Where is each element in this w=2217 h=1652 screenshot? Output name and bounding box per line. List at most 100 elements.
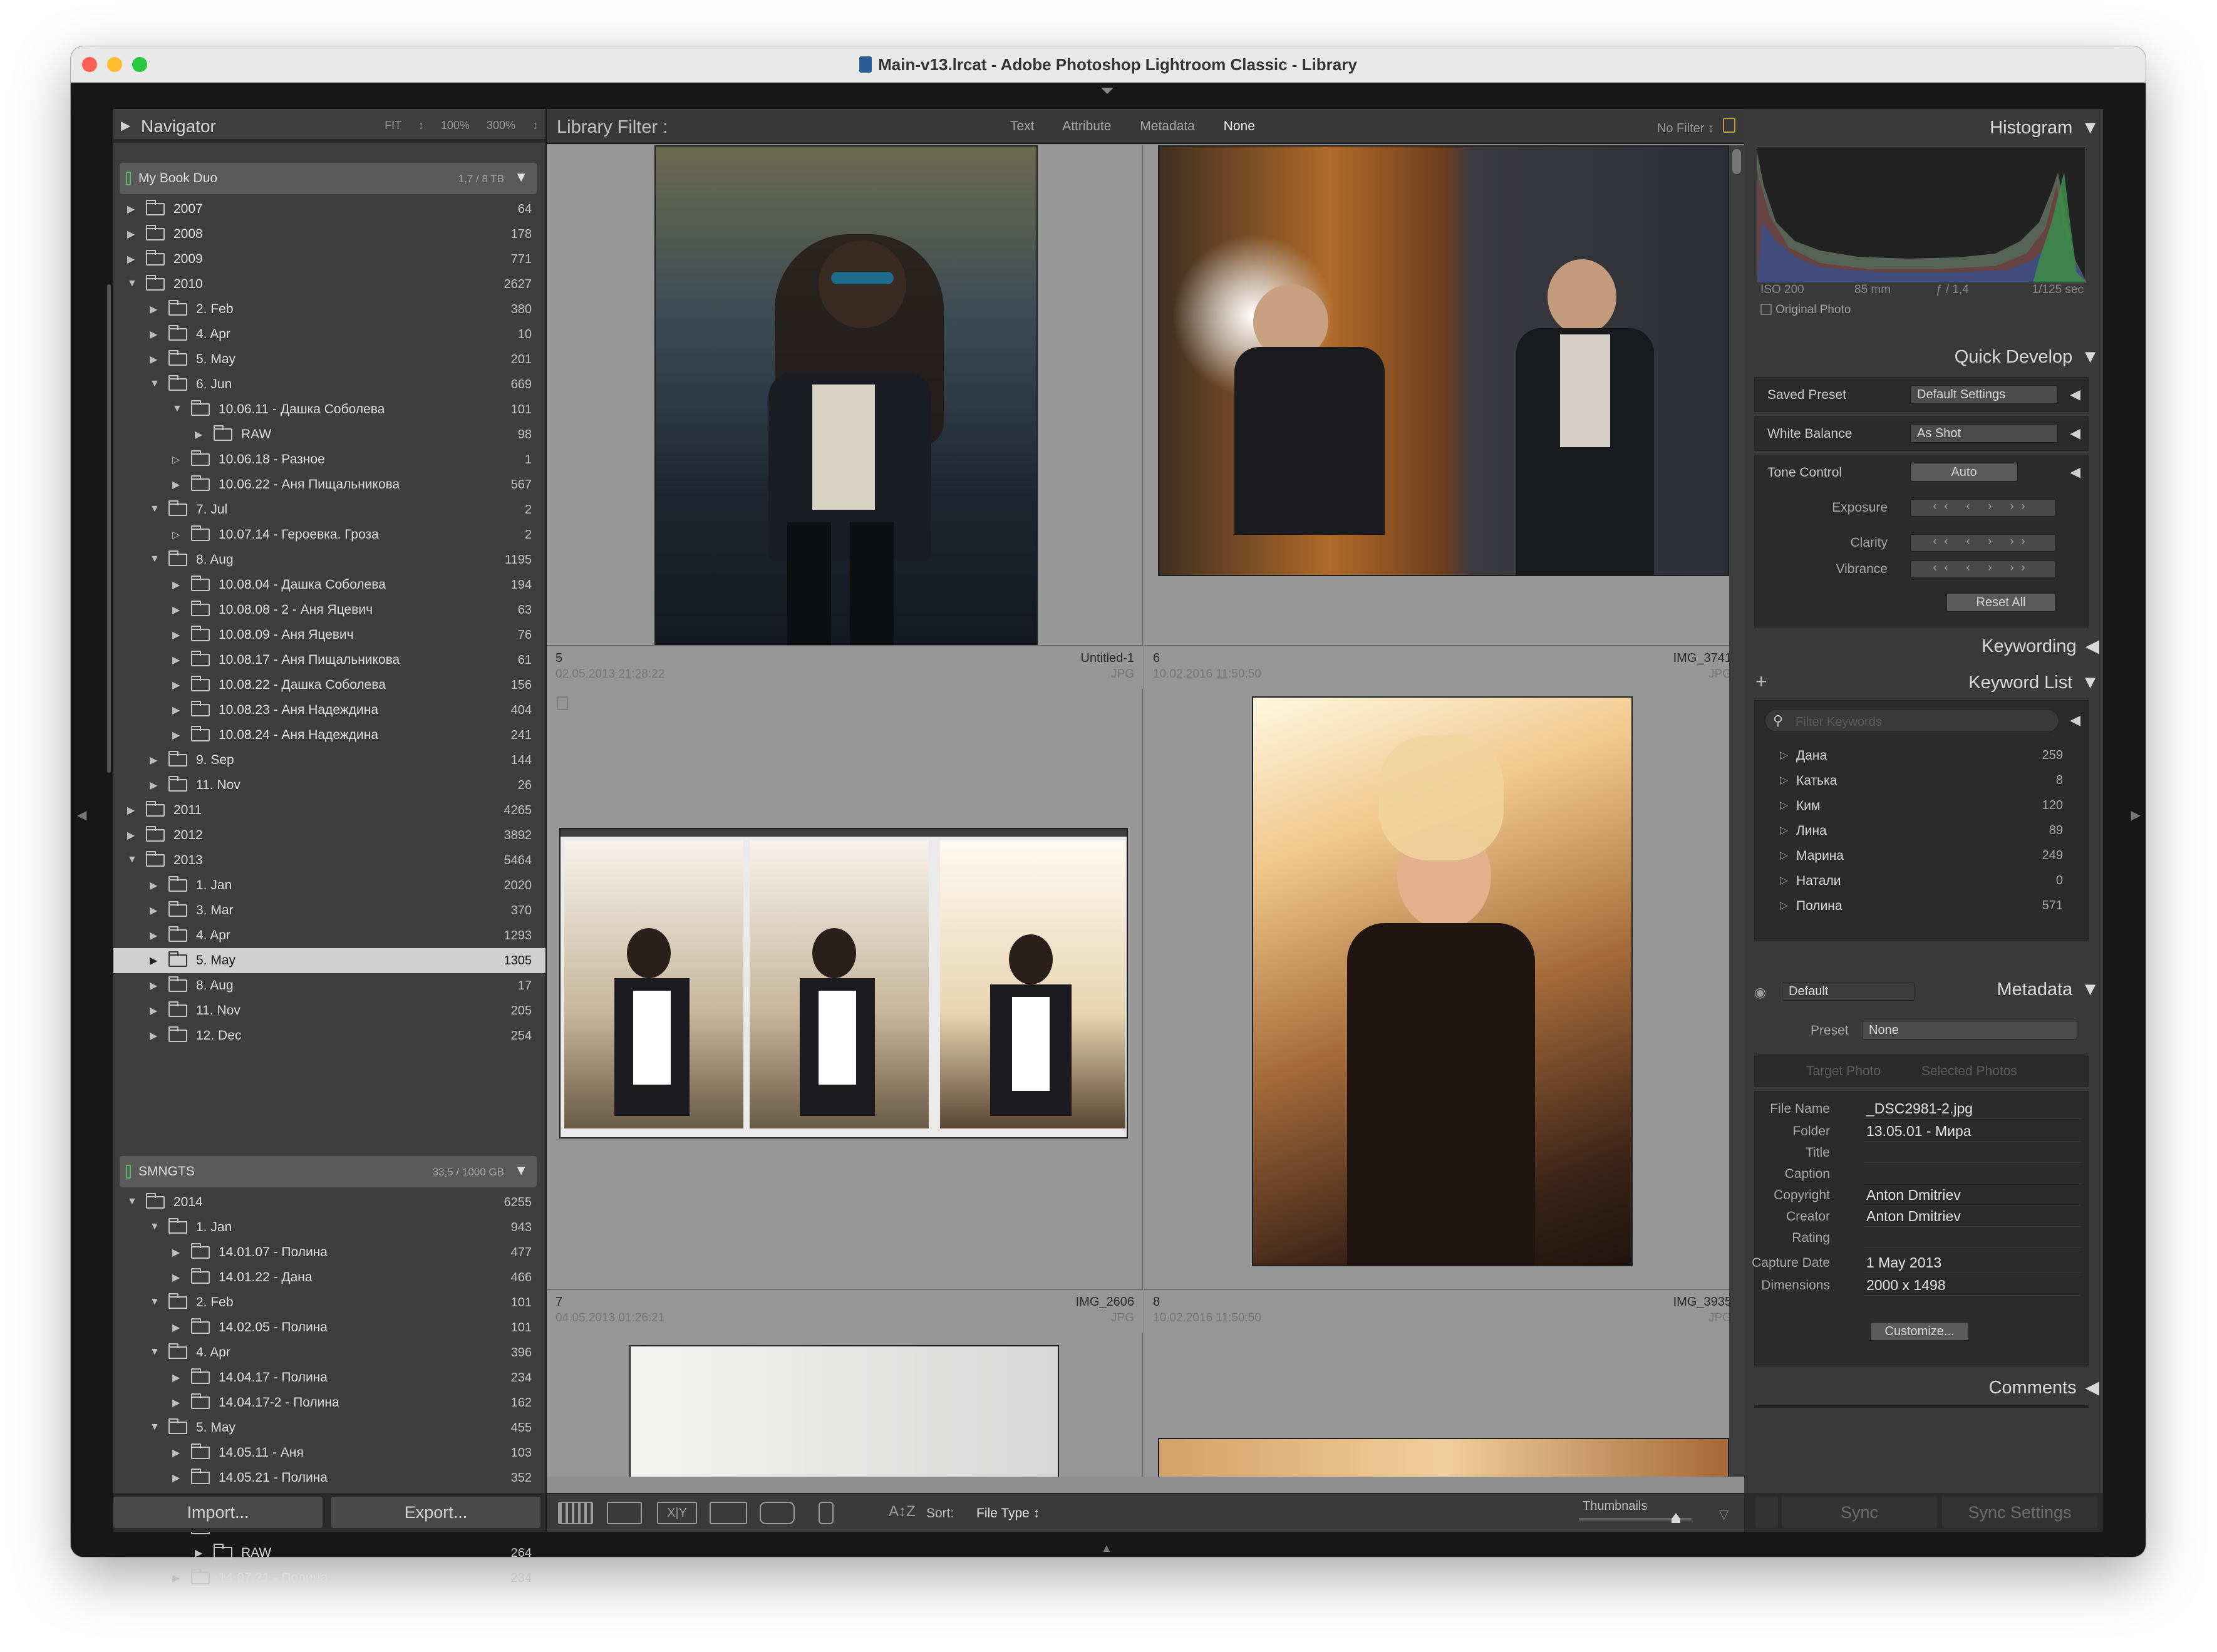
expand-arrow-icon[interactable]: ◀ [2070,425,2080,441]
filter-tab-none[interactable]: None [1224,119,1255,133]
disclosure-arrow-icon[interactable]: ▷ [172,529,180,541]
photo-thumbnail[interactable] [629,1345,1059,1477]
lock-icon[interactable] [1723,118,1735,133]
expand-icon[interactable]: ◀ [2085,636,2099,656]
keyword-filter-input[interactable]: ⚲ Filter Keywords [1765,710,2059,732]
sync-toggle-icon[interactable] [1755,1497,1778,1528]
keywording-header[interactable]: Keywording ◀ [1982,635,2099,657]
folder-row[interactable]: ▶ 9. Sep 144 [113,748,545,773]
disclosure-arrow-icon[interactable]: ▶ [150,929,157,942]
disclosure-arrow-icon[interactable]: ▶ [172,1447,180,1459]
folder-row[interactable]: ▶ 2009 771 [113,247,545,272]
folder-row[interactable]: ▼ 2014 6255 [113,1190,545,1215]
disclosure-arrow-icon[interactable]: ▷ [1780,899,1788,912]
disclosure-arrow-icon[interactable]: ▶ [150,979,157,992]
collapse-icon[interactable]: ▼ [2081,673,2099,693]
folder-row[interactable]: ▶ 10.08.17 - Аня Пищальникова 61 [113,648,545,673]
disclosure-arrow-icon[interactable]: ▼ [150,378,160,390]
filter-tab-attribute[interactable]: Attribute [1062,119,1111,133]
disclosure-arrow-icon[interactable]: ▶ [172,679,180,691]
keyword-row[interactable]: ▷ Катька 8 [1755,768,2088,793]
metadata-field-value[interactable] [1864,1165,2080,1184]
collapse-icon[interactable]: ▼ [2081,979,2099,999]
volume-menu-icon[interactable]: ▼ [514,1162,528,1179]
keyword-row[interactable]: ▷ Дана 259 [1755,743,2088,768]
navigator-zoom-options[interactable]: FIT ↕ 100% 300% ↕ [385,119,538,132]
expand-arrow-icon[interactable]: ◀ [2070,464,2080,480]
reset-all-button[interactable]: Reset All [1946,593,2055,612]
folder-row[interactable]: ▼ 2010 2627 [113,272,545,297]
collapse-icon[interactable]: ▼ [2081,118,2099,138]
left-panel-scrollbar[interactable] [107,284,111,773]
disclosure-arrow-icon[interactable]: ▶ [127,829,135,842]
disclosure-arrow-icon[interactable]: ▶ [172,1371,180,1384]
folder-row[interactable]: ▶ RAW 264 [113,1541,545,1566]
clarity-stepper[interactable]: ‹‹ ‹ › ›› [1910,534,2055,552]
comments-header[interactable]: Comments ◀ [1988,1376,2099,1398]
expand-icon[interactable]: ◀ [2085,1378,2099,1398]
folder-row[interactable]: ▶ 14.05.21 - Полина 352 [113,1465,545,1490]
collapse-icon[interactable]: ▼ [2081,347,2099,367]
disclosure-arrow-icon[interactable]: ▶ [150,779,157,792]
flag-icon[interactable] [557,696,568,710]
disclosure-arrow-icon[interactable]: ▶ [195,428,202,441]
disclosure-arrow-icon[interactable]: ▶ [172,1572,180,1584]
folder-row[interactable]: ▶ 8. Aug 17 [113,973,545,998]
eye-icon[interactable]: ◉ [1754,984,1766,1001]
folder-row[interactable]: ▶ 10.08.08 - 2 - Аня Яцевич 63 [113,597,545,622]
folder-row[interactable]: ▶ 14.04.17-2 - Полина 162 [113,1390,545,1415]
folder-row[interactable]: ▶ 2008 178 [113,222,545,247]
folder-row[interactable]: ▼ 5. May 455 [113,1415,545,1440]
metadata-field-value[interactable] [1864,1144,2080,1163]
exposure-stepper[interactable]: ‹‹ ‹ › ›› [1910,499,2055,517]
folder-row[interactable]: ▶ 10.08.04 - Дашка Соболева 194 [113,572,545,597]
disclosure-arrow-icon[interactable]: ▶ [150,954,157,967]
disclosure-arrow-icon[interactable]: ▶ [195,1547,202,1559]
disclosure-arrow-icon[interactable]: ▼ [127,278,137,289]
selected-photos-button[interactable]: Selected Photos [1921,1064,2017,1079]
folder-row[interactable]: ▶ 4. Apr 1293 [113,923,545,948]
toolbar-menu-icon[interactable]: ▽ [1719,1507,1729,1522]
white-balance-select[interactable]: As Shot [1910,424,2058,443]
disclosure-arrow-icon[interactable]: ▶ [150,754,157,767]
disclosure-arrow-icon[interactable]: ▼ [127,1196,137,1207]
folder-row[interactable]: ▼ 7. Jul 2 [113,497,545,522]
scrollbar-thumb[interactable] [1732,149,1741,174]
filter-tab-text[interactable]: Text [1010,119,1035,133]
disclosure-arrow-icon[interactable]: ▼ [150,554,160,565]
folder-row[interactable]: ▶ 10.06.22 - Аня Пищальникова 567 [113,472,545,497]
photo-thumbnail[interactable] [1252,696,1633,1266]
folder-row[interactable]: ▶ RAW 98 [113,422,545,447]
keyword-row[interactable]: ▷ Марина 249 [1755,844,2088,869]
metadata-field-value[interactable]: 2000 x 1498 [1864,1277,2080,1296]
folder-row[interactable]: ▶ 5. May 1305 [113,948,545,973]
disclosure-arrow-icon[interactable]: ▷ [1780,824,1788,837]
disclosure-arrow-icon[interactable]: ▶ [172,1472,180,1484]
photo-thumbnail[interactable] [559,828,1128,1138]
survey-view-icon[interactable] [710,1502,747,1524]
folder-row[interactable]: ▶ 14.01.07 - Полина 477 [113,1240,545,1265]
disclosure-arrow-icon[interactable]: ▶ [150,353,157,366]
people-view-icon[interactable] [760,1502,795,1524]
folder-row[interactable]: ▶ 10.08.09 - Аня Яцевич 76 [113,622,545,648]
metadata-field-value[interactable]: 1 May 2013 [1864,1254,2080,1273]
volume-header[interactable]: SMNGTS 33,5 / 1000 GB ▼ [120,1156,537,1187]
folder-row[interactable]: ▶ 14.01.22 - Дана 466 [113,1265,545,1290]
folder-row[interactable]: ▶ 14.07.21 - Полина 234 [113,1566,545,1591]
disclosure-arrow-icon[interactable]: ▼ [150,1346,160,1358]
keyword-row[interactable]: ▷ Ким 120 [1755,793,2088,818]
grid-cell[interactable] [1144,689,1740,1290]
keyword-row[interactable]: ▷ Лина 89 [1755,818,2088,844]
disclosure-arrow-icon[interactable]: ▼ [150,1296,160,1308]
disclosure-arrow-icon[interactable]: ▶ [172,1271,180,1284]
folder-row[interactable]: ▼ 6. Jun 669 [113,372,545,397]
disclosure-arrow-icon[interactable]: ▷ [1780,749,1788,761]
disclosure-arrow-icon[interactable]: ▷ [1780,774,1788,787]
disclosure-arrow-icon[interactable]: ▼ [172,403,182,415]
customize-button[interactable]: Customize... [1870,1322,1969,1341]
export-button[interactable]: Export... [331,1497,540,1528]
folder-row[interactable]: ▶ 5. May 201 [113,347,545,372]
folder-row[interactable]: ▷ 10.06.18 - Разное 1 [113,447,545,472]
grid-cell[interactable] [1144,1333,1740,1477]
grid-scrollbar[interactable] [1729,145,1744,1477]
